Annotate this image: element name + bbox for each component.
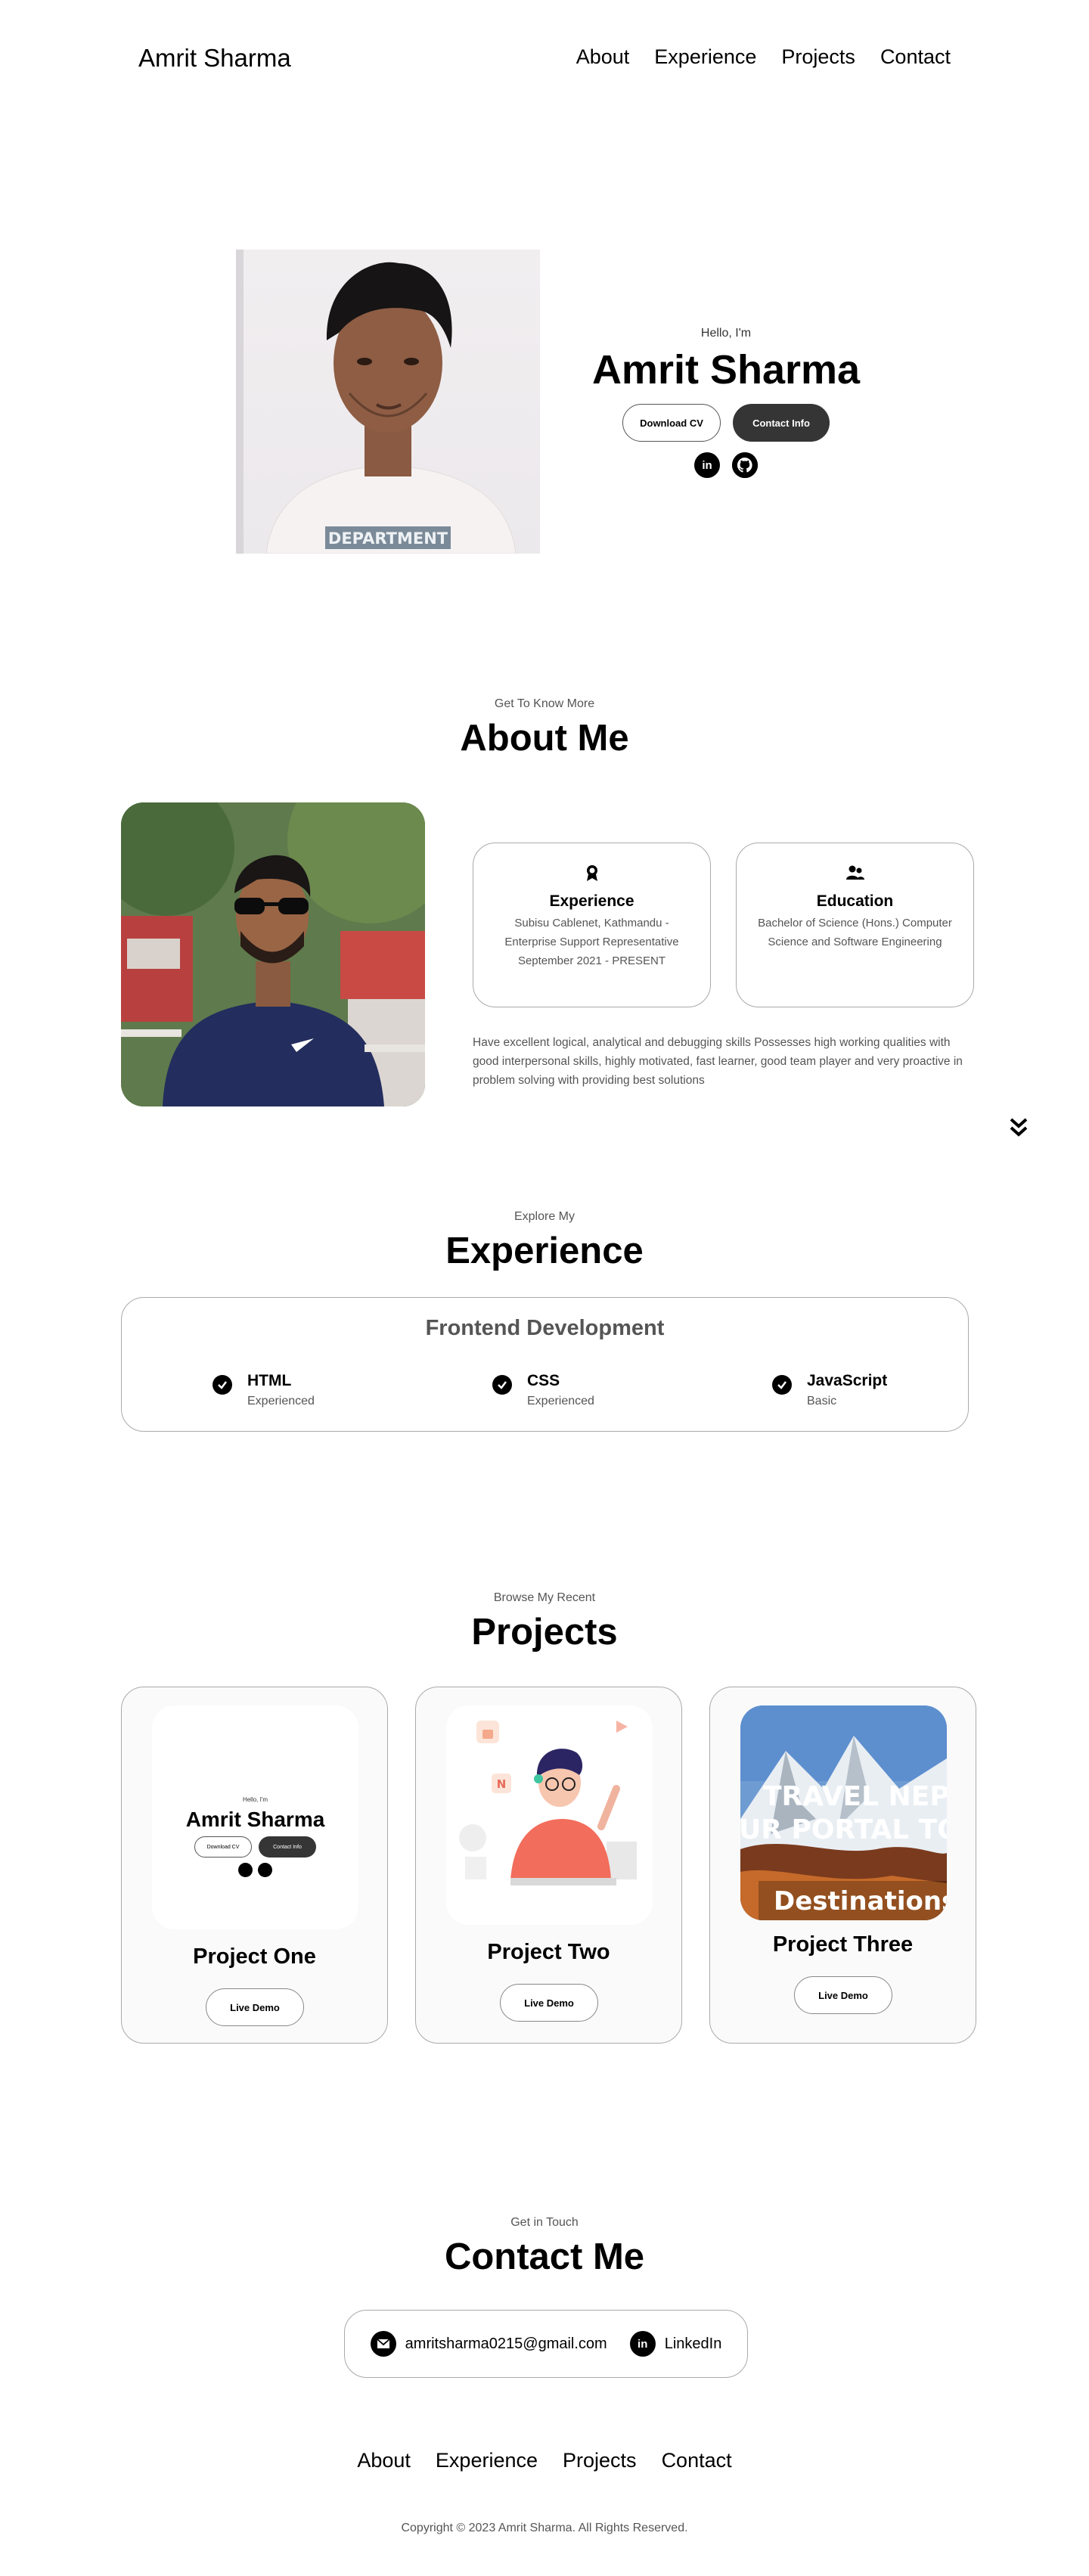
project-card: Hello, I'm Amrit Sharma Download CV Cont… <box>121 1687 388 2044</box>
linkedin-icon: in <box>629 2331 656 2357</box>
social-links: in <box>590 452 862 478</box>
site-logo[interactable]: Amrit Sharma <box>138 44 291 73</box>
github-icon <box>258 1863 272 1877</box>
top-navbar: Amrit Sharma About Experience Projects C… <box>0 0 1089 113</box>
check-icon <box>772 1375 792 1395</box>
download-cv-button[interactable]: Download CV <box>622 404 721 442</box>
email-contact[interactable]: amritsharma0215@gmail.com <box>370 2331 607 2357</box>
svg-text:N: N <box>497 1777 507 1791</box>
preview-download-cv: Download CV <box>194 1836 252 1858</box>
experience-card-text: Subisu Cablenet, Kathmandu - Enterprise … <box>504 917 679 967</box>
linkedin-link[interactable]: LinkedIn <box>665 2335 722 2353</box>
project-title: Project Two <box>487 1940 610 1964</box>
preview-name: Amrit Sharma <box>185 1808 325 1831</box>
education-card-text: Bachelor of Science (Hons.) Computer Sci… <box>758 917 952 948</box>
footer-link-experience[interactable]: Experience <box>436 2449 538 2472</box>
contact-info-box: amritsharma0215@gmail.com in LinkedIn <box>344 2310 748 2378</box>
project-card: TRAVEL NEPAL UR PORTAL TO N Destinations… <box>709 1687 976 2044</box>
project-title: Project One <box>193 1944 316 1969</box>
project-three-preview: TRAVEL NEPAL UR PORTAL TO N Destinations <box>740 1705 947 1920</box>
project-title: Project Three <box>772 1932 914 1957</box>
project-two-preview: N <box>446 1705 653 1925</box>
skill-item: JavaScript Basic <box>772 1372 887 1408</box>
skill-level: Basic <box>807 1395 837 1407</box>
scroll-down-arrow-icon[interactable] <box>1009 1117 1028 1138</box>
contact-title: Contact Me <box>444 2236 645 2277</box>
check-icon <box>213 1375 232 1395</box>
hero-name: Amrit Sharma <box>591 347 861 393</box>
footer-nav-links: About Experience Projects Contact <box>0 2449 1089 2472</box>
live-demo-button[interactable]: Live Demo <box>500 1984 598 2022</box>
linkedin-icon[interactable]: in <box>694 452 720 478</box>
linkedin-contact[interactable]: in LinkedIn <box>629 2331 722 2357</box>
nav-link-about[interactable]: About <box>576 45 630 69</box>
about-subtitle: Get To Know More <box>494 697 595 710</box>
projects-subtitle: Browse My Recent <box>493 1591 596 1604</box>
projects-title: Projects <box>471 1612 618 1653</box>
svg-text:UR PORTAL TO N: UR PORTAL TO N <box>740 1814 947 1845</box>
footer-link-projects[interactable]: Projects <box>563 2449 637 2472</box>
skill-item: HTML Experienced <box>213 1372 315 1408</box>
experience-card-title: Experience <box>549 892 634 910</box>
preview-contact-info: Contact Info <box>259 1836 316 1858</box>
skill-level: Experienced <box>527 1395 594 1407</box>
github-icon[interactable] <box>732 452 758 478</box>
contact-subtitle: Get in Touch <box>510 2216 579 2229</box>
copyright-text: Copyright © 2023 Amrit Sharma. All Right… <box>401 2522 688 2534</box>
about-paragraph: Have excellent logical, analytical and d… <box>473 1036 963 1087</box>
project-one-preview: Hello, I'm Amrit Sharma Download CV Cont… <box>152 1705 358 1929</box>
nav-links: About Experience Projects Contact <box>576 45 951 69</box>
skill-name: HTML <box>247 1372 292 1389</box>
education-card-title: Education <box>816 892 894 910</box>
experience-card: Experience Subisu Cablenet, Kathmandu - … <box>473 843 711 1007</box>
footer-link-about[interactable]: About <box>357 2449 411 2472</box>
linkedin-icon <box>238 1863 253 1877</box>
hero-button-row: Download CV Contact Info <box>590 404 862 442</box>
check-icon <box>492 1375 512 1395</box>
live-demo-button[interactable]: Live Demo <box>206 1988 304 2026</box>
svg-text:Destinations: Destinations <box>774 1886 947 1916</box>
project-card: N Project Two Live Demo <box>415 1687 682 2044</box>
skill-name: JavaScript <box>807 1372 888 1389</box>
experience-title: Experience <box>445 1231 644 1271</box>
about-title: About Me <box>460 718 629 759</box>
nav-link-experience[interactable]: Experience <box>654 45 756 69</box>
nav-link-contact[interactable]: Contact <box>880 45 951 69</box>
preview-greeting: Hello, I'm <box>242 1796 268 1803</box>
profile-photo: DEPARTMENT <box>236 250 540 554</box>
users-icon <box>845 865 864 880</box>
experience-subtitle: Explore My <box>513 1210 576 1223</box>
skill-name: CSS <box>527 1372 560 1389</box>
frontend-development-box: Frontend Development HTML Experienced CSS… <box>121 1297 969 1432</box>
svg-text:DEPARTMENT: DEPARTMENT <box>328 529 448 548</box>
nav-link-projects[interactable]: Projects <box>781 45 855 69</box>
footer-link-contact[interactable]: Contact <box>662 2449 732 2472</box>
live-demo-button[interactable]: Live Demo <box>794 1976 892 2014</box>
about-photo <box>121 802 425 1106</box>
hero-greeting: Hello, I'm <box>700 327 752 340</box>
frontend-development-title: Frontend Development <box>425 1316 665 1340</box>
education-card: Education Bachelor of Science (Hons.) Co… <box>736 843 974 1007</box>
skill-level: Experienced <box>247 1395 315 1407</box>
contact-info-button[interactable]: Contact Info <box>733 404 830 442</box>
email-link[interactable]: amritsharma0215@gmail.com <box>405 2335 607 2353</box>
svg-text:TRAVEL NEPAL: TRAVEL NEPAL <box>763 1781 947 1812</box>
skill-item: CSS Experienced <box>492 1372 594 1408</box>
hero-intro: Hello, I'm Amrit Sharma Download CV Cont… <box>590 327 862 478</box>
award-icon <box>586 865 597 881</box>
email-icon <box>370 2331 396 2357</box>
